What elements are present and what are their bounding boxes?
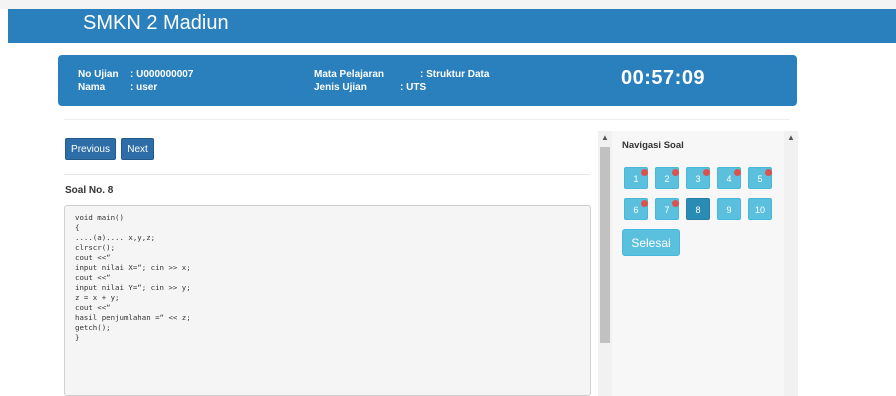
answered-indicator-icon	[734, 169, 741, 176]
jenis-label: Jenis Ujian	[314, 82, 367, 93]
site-header: SMKN 2 Madiun	[8, 9, 896, 43]
question-number-button[interactable]: 1	[624, 167, 648, 189]
question-title: Soal No. 8	[65, 185, 114, 196]
previous-button[interactable]: Previous	[65, 138, 116, 160]
answered-indicator-icon	[641, 169, 648, 176]
question-number-button[interactable]: 10	[748, 198, 772, 220]
question-number-button[interactable]: 2	[655, 167, 679, 189]
question-scrollbar[interactable]: ▲	[598, 131, 612, 396]
question-number-button[interactable]: 5	[748, 167, 772, 189]
question-number-button[interactable]: 6	[624, 198, 648, 220]
next-button[interactable]: Next	[121, 138, 154, 160]
question-number-button[interactable]: 4	[717, 167, 741, 189]
scroll-up-arrow-icon[interactable]: ▲	[787, 133, 795, 142]
nama-value: : user	[130, 82, 158, 93]
divider	[64, 119, 790, 120]
no-ujian-value: : U000000007	[130, 69, 194, 80]
countdown-timer: 00:57:09	[621, 67, 706, 89]
answered-indicator-icon	[641, 200, 648, 207]
school-name: SMKN 2 Madiun	[83, 12, 229, 34]
exam-info-bar: No Ujian : U000000007 Nama : user Mata P…	[58, 55, 797, 106]
question-navigation-panel: Navigasi Soal 1 2 3 4 5 6 7 8 9 10 Selesai	[612, 131, 784, 396]
answered-indicator-icon	[765, 169, 772, 176]
navigation-title: Navigasi Soal	[622, 140, 684, 151]
answered-indicator-icon	[672, 200, 679, 207]
answered-indicator-icon	[703, 169, 710, 176]
nama-label: Nama	[78, 82, 106, 93]
answered-indicator-icon	[672, 169, 679, 176]
question-number-button[interactable]: 9	[717, 198, 741, 220]
finish-button[interactable]: Selesai	[622, 229, 680, 256]
browser-top-strip	[0, 0, 896, 9]
scroll-up-arrow-icon[interactable]: ▲	[601, 133, 609, 142]
navigation-scrollbar[interactable]: ▲	[784, 131, 798, 396]
mapel-label: Mata Pelajaran	[314, 69, 385, 80]
scrollbar-thumb[interactable]	[600, 147, 610, 343]
no-ujian-label: No Ujian	[78, 69, 119, 80]
question-number-button[interactable]: 8	[686, 198, 710, 220]
question-number-button[interactable]: 7	[655, 198, 679, 220]
question-code-block: void main() { ....(a).... x,y,z; clrscr(…	[64, 205, 591, 396]
question-number-button[interactable]: 3	[686, 167, 710, 189]
mapel-value: : Struktur Data	[420, 69, 490, 80]
divider	[64, 174, 590, 175]
jenis-value: : UTS	[400, 82, 427, 93]
